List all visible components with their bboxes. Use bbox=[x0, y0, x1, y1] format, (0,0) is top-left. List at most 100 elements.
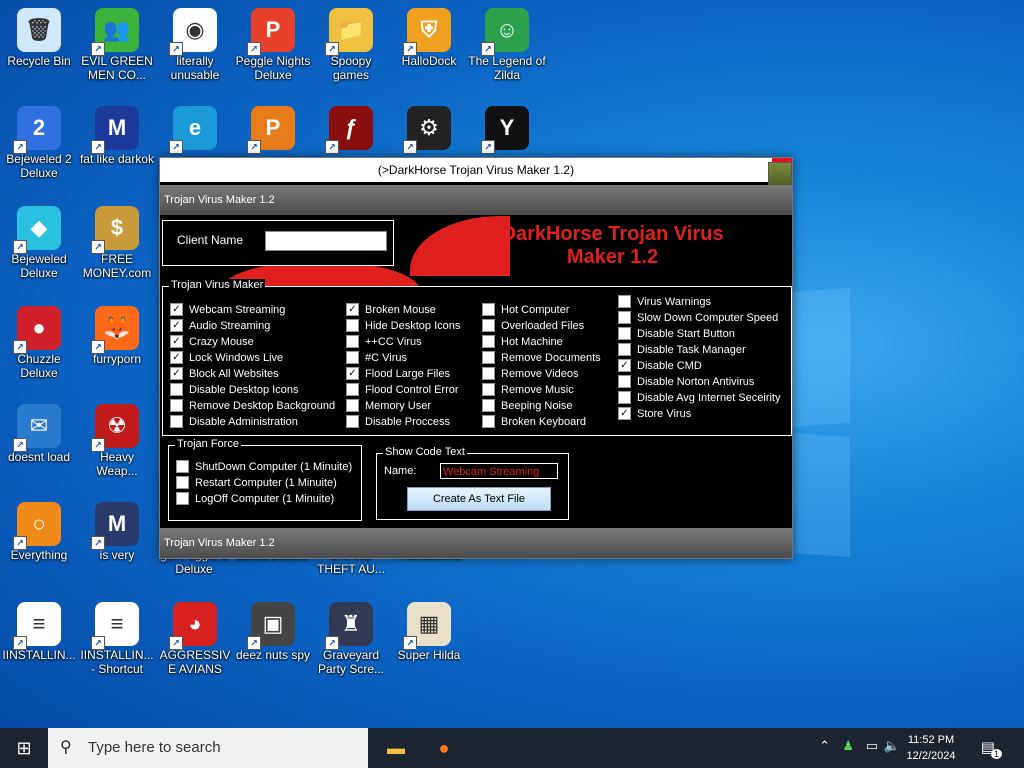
option-checkbox[interactable]: ✓ Flood Large Files bbox=[346, 367, 450, 380]
desktop-icon[interactable]: $ ↗ FREE MONEY.com bbox=[78, 198, 156, 280]
desktop-icon[interactable]: 📁 ↗ Spoopy games bbox=[312, 0, 390, 82]
option-checkbox[interactable]: Overloaded Files bbox=[482, 319, 584, 332]
checkbox-unchecked-icon[interactable] bbox=[170, 399, 183, 412]
option-checkbox[interactable]: ✓ Crazy Mouse bbox=[170, 335, 254, 348]
desktop-icon[interactable]: 🗑 Recycle Bin bbox=[0, 0, 78, 68]
desktop-icon[interactable]: ≡ ↗ IINSTALLIN... - Shortcut bbox=[78, 594, 156, 676]
network-icon[interactable]: ▭ bbox=[866, 738, 878, 754]
option-checkbox[interactable]: Hot Machine bbox=[482, 335, 563, 348]
option-checkbox[interactable]: LogOff Computer (1 Minuite) bbox=[176, 492, 334, 505]
checkbox-unchecked-icon[interactable] bbox=[176, 460, 189, 473]
checkbox-unchecked-icon[interactable] bbox=[176, 492, 189, 505]
desktop-icon[interactable]: ✉ ↗ doesnt load bbox=[0, 396, 78, 464]
checkbox-unchecked-icon[interactable] bbox=[482, 335, 495, 348]
option-checkbox[interactable]: Disable Proccess bbox=[346, 415, 450, 428]
desktop-icon[interactable]: ⛨ ↗ HalloDock bbox=[390, 0, 468, 68]
desktop-icon[interactable]: ○ ↗ Everything bbox=[0, 494, 78, 562]
checkbox-checked-icon[interactable]: ✓ bbox=[346, 367, 359, 380]
desktop-icon[interactable]: 🦊 ↗ furryporn bbox=[78, 298, 156, 366]
option-checkbox[interactable]: Disable Norton Antivirus bbox=[618, 375, 754, 388]
checkbox-unchecked-icon[interactable] bbox=[618, 391, 631, 404]
desktop-icon[interactable]: 2 ↗ Bejeweled 2 Deluxe bbox=[0, 98, 78, 180]
taskbar-clock[interactable]: 11:52 PM 12/2/2024 bbox=[896, 732, 966, 764]
desktop-icon[interactable]: M ↗ is very bbox=[78, 494, 156, 562]
option-checkbox[interactable]: Remove Music bbox=[482, 383, 574, 396]
windows-start-icon[interactable]: ⊞ bbox=[0, 728, 48, 768]
desktop-icon[interactable]: P ↗ bbox=[234, 98, 312, 154]
chevron-up-icon[interactable]: ⌃ bbox=[819, 738, 830, 754]
option-checkbox[interactable]: ShutDown Computer (1 Minuite) bbox=[176, 460, 352, 473]
option-checkbox[interactable]: #C Virus bbox=[346, 351, 407, 364]
desktop-icon[interactable]: Y ↗ bbox=[468, 98, 546, 154]
desktop-icon[interactable]: ƒ ↗ bbox=[312, 98, 390, 154]
desktop-icon[interactable]: ▦ ↗ Super Hilda bbox=[390, 594, 468, 662]
option-checkbox[interactable]: ✓ Webcam Streaming bbox=[170, 303, 285, 316]
checkbox-unchecked-icon[interactable] bbox=[618, 327, 631, 340]
checkbox-unchecked-icon[interactable] bbox=[346, 351, 359, 364]
create-text-file-button[interactable]: Create As Text File bbox=[407, 487, 551, 511]
desktop-icon[interactable]: ♜ ↗ Graveyard Party Scre... bbox=[312, 594, 390, 676]
checkbox-unchecked-icon[interactable] bbox=[482, 367, 495, 380]
desktop-icon[interactable]: ◆ ↗ Bejeweled Deluxe bbox=[0, 198, 78, 280]
option-checkbox[interactable]: ✓ Store Virus bbox=[618, 407, 691, 420]
option-checkbox[interactable]: ++CC Virus bbox=[346, 335, 422, 348]
checkbox-unchecked-icon[interactable] bbox=[618, 311, 631, 324]
taskbar-search-box[interactable]: ⚲ Type here to search bbox=[48, 728, 368, 768]
option-checkbox[interactable]: Slow Down Computer Speed bbox=[618, 311, 778, 324]
checkbox-unchecked-icon[interactable] bbox=[346, 335, 359, 348]
checkbox-unchecked-icon[interactable] bbox=[482, 351, 495, 364]
option-checkbox[interactable]: ✓ Broken Mouse bbox=[346, 303, 436, 316]
checkbox-unchecked-icon[interactable] bbox=[482, 303, 495, 316]
option-checkbox[interactable]: Disable Avg Internet Seceirity bbox=[618, 391, 780, 404]
desktop-icon[interactable]: P ↗ Peggle Nights Deluxe bbox=[234, 0, 312, 82]
checkbox-checked-icon[interactable]: ✓ bbox=[346, 303, 359, 316]
desktop-icon[interactable]: ☢ ↗ Heavy Weap... bbox=[78, 396, 156, 478]
checkbox-checked-icon[interactable]: ✓ bbox=[170, 351, 183, 364]
user-icon[interactable]: ♟ bbox=[842, 738, 854, 754]
checkbox-unchecked-icon[interactable] bbox=[346, 319, 359, 332]
checkbox-unchecked-icon[interactable] bbox=[482, 319, 495, 332]
desktop-icon[interactable]: ◉ ↗ literally unusable bbox=[156, 0, 234, 82]
desktop-icon[interactable]: 👥 ↗ EVIL GREEN MEN CO... bbox=[78, 0, 156, 82]
client-name-input[interactable] bbox=[265, 231, 387, 251]
option-checkbox[interactable]: Remove Videos bbox=[482, 367, 578, 380]
checkbox-checked-icon[interactable]: ✓ bbox=[618, 359, 631, 372]
option-checkbox[interactable]: ✓ Block All Websites bbox=[170, 367, 279, 380]
checkbox-unchecked-icon[interactable] bbox=[482, 399, 495, 412]
checkbox-unchecked-icon[interactable] bbox=[618, 295, 631, 308]
checkbox-unchecked-icon[interactable] bbox=[482, 415, 495, 428]
firefox-taskbar-icon[interactable]: ● bbox=[420, 728, 468, 768]
option-checkbox[interactable]: Disable Task Manager bbox=[618, 343, 746, 356]
desktop-icon[interactable]: ≡ ↗ IINSTALLIN... bbox=[0, 594, 78, 662]
option-checkbox[interactable]: Disable Administration bbox=[170, 415, 298, 428]
checkbox-unchecked-icon[interactable] bbox=[346, 383, 359, 396]
checkbox-checked-icon[interactable]: ✓ bbox=[170, 367, 183, 380]
window-titlebar[interactable]: (>DarkHorse Trojan Virus Maker 1.2) bbox=[160, 158, 792, 182]
option-checkbox[interactable]: Remove Desktop Background bbox=[170, 399, 335, 412]
code-name-input[interactable]: Webcam Streaming bbox=[440, 463, 558, 479]
option-checkbox[interactable]: ✓ Audio Streaming bbox=[170, 319, 270, 332]
option-checkbox[interactable]: ✓ Disable CMD bbox=[618, 359, 702, 372]
file-explorer-icon[interactable]: ▬ bbox=[372, 728, 420, 768]
checkbox-unchecked-icon[interactable] bbox=[170, 383, 183, 396]
option-checkbox[interactable]: ✓ Lock Windows Live bbox=[170, 351, 283, 364]
desktop-icon[interactable]: ☺ ↗ The Legend of Zilda bbox=[468, 0, 546, 82]
checkbox-checked-icon[interactable]: ✓ bbox=[170, 319, 183, 332]
option-checkbox[interactable]: Restart Computer (1 Minuite) bbox=[176, 476, 337, 489]
option-checkbox[interactable]: Memory User bbox=[346, 399, 431, 412]
option-checkbox[interactable]: Broken Keyboard bbox=[482, 415, 586, 428]
option-checkbox[interactable]: Beeping Noise bbox=[482, 399, 573, 412]
desktop-icon[interactable]: e ↗ bbox=[156, 98, 234, 154]
checkbox-unchecked-icon[interactable] bbox=[346, 415, 359, 428]
desktop-icon[interactable]: ▣ ↗ deez nuts spy bbox=[234, 594, 312, 662]
checkbox-unchecked-icon[interactable] bbox=[618, 343, 631, 356]
desktop-icon[interactable]: ◕ ↗ AGGRESSIVE AVIANS bbox=[156, 594, 234, 676]
desktop-icon[interactable]: M ↗ fat like darkok bbox=[78, 98, 156, 166]
checkbox-checked-icon[interactable]: ✓ bbox=[618, 407, 631, 420]
checkbox-checked-icon[interactable]: ✓ bbox=[170, 335, 183, 348]
notification-icon[interactable]: ▤1 bbox=[981, 738, 1006, 759]
checkbox-unchecked-icon[interactable] bbox=[618, 375, 631, 388]
checkbox-unchecked-icon[interactable] bbox=[346, 399, 359, 412]
checkbox-unchecked-icon[interactable] bbox=[482, 383, 495, 396]
desktop-icon[interactable]: ⚙ ↗ bbox=[390, 98, 468, 154]
